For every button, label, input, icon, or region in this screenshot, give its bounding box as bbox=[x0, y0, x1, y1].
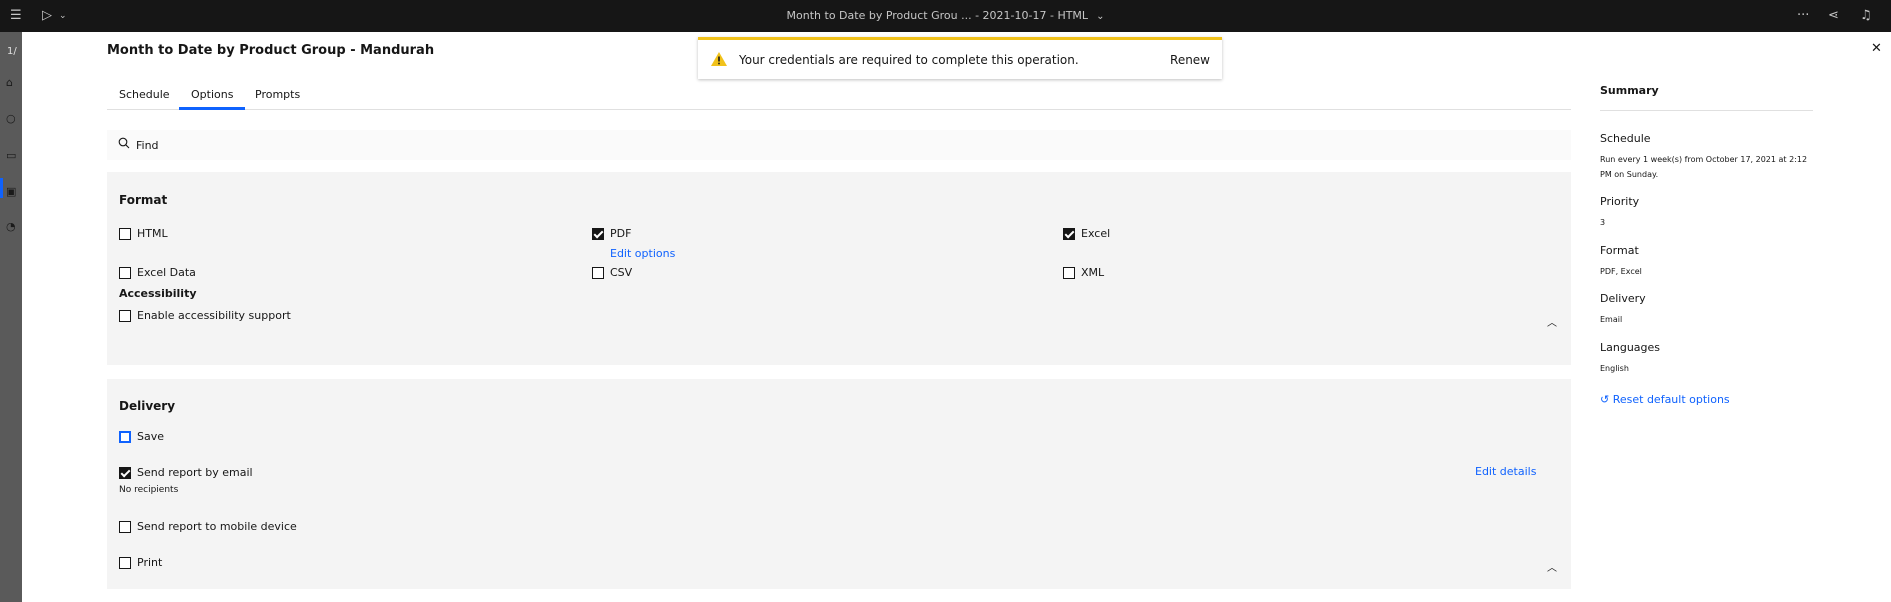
tab-schedule[interactable]: Schedule bbox=[119, 76, 170, 110]
folder-icon[interactable]: ▭ bbox=[6, 149, 16, 162]
tab-prompts[interactable]: Prompts bbox=[255, 76, 300, 110]
save-checkbox[interactable] bbox=[119, 431, 131, 443]
email-label: Send report by email bbox=[137, 466, 253, 479]
selected-indicator bbox=[0, 178, 3, 198]
window-title-text: Month to Date by Product Grou ... - 2021… bbox=[786, 9, 1089, 22]
xml-checkbox[interactable] bbox=[1063, 267, 1075, 279]
close-icon[interactable]: ✕ bbox=[1871, 41, 1882, 56]
home-icon[interactable]: ⌂ bbox=[6, 76, 13, 89]
mobile-label: Send report to mobile device bbox=[137, 520, 297, 533]
csv-label: CSV bbox=[610, 266, 633, 279]
summary-delivery-value: Email bbox=[1600, 315, 1623, 324]
credentials-toast: Your credentials are required to complet… bbox=[698, 37, 1222, 79]
search-input[interactable]: Find bbox=[107, 130, 1571, 160]
format-section: Format HTML PDF Edit options Excel Excel… bbox=[107, 172, 1571, 365]
no-recipients-text: No recipients bbox=[119, 485, 179, 495]
page-indicator: 1/ bbox=[7, 46, 17, 57]
search-placeholder: Find bbox=[136, 139, 159, 152]
chevron-up-icon[interactable]: ︿ bbox=[1547, 559, 1557, 574]
summary-schedule-label: Schedule bbox=[1600, 132, 1651, 145]
format-title: Format bbox=[119, 193, 168, 207]
accessibility-title: Accessibility bbox=[119, 287, 197, 300]
summary-format-label: Format bbox=[1600, 244, 1639, 257]
excel-label: Excel bbox=[1081, 227, 1111, 240]
pdf-checkbox[interactable] bbox=[592, 228, 604, 240]
save-label: Save bbox=[137, 430, 165, 443]
mobile-checkbox[interactable] bbox=[119, 521, 131, 533]
xml-label: XML bbox=[1081, 266, 1105, 279]
summary-priority-label: Priority bbox=[1600, 195, 1640, 208]
excel-checkbox[interactable] bbox=[1063, 228, 1075, 240]
page-title: Month to Date by Product Group - Mandura… bbox=[107, 43, 435, 58]
email-checkbox[interactable] bbox=[119, 467, 131, 479]
top-bar: ☰ ▷ ⌄ Month to Date by Product Grou ... … bbox=[0, 0, 1891, 32]
reset-default-options-button[interactable]: ↺ Reset default options bbox=[1600, 393, 1730, 406]
summary-languages-label: Languages bbox=[1600, 341, 1661, 354]
excel-data-label: Excel Data bbox=[137, 266, 196, 279]
overflow-menu-icon[interactable]: ··· bbox=[1797, 8, 1809, 24]
summary-divider bbox=[1600, 110, 1813, 111]
accessibility-checkbox[interactable] bbox=[119, 310, 131, 322]
chevron-down-icon[interactable]: ⌄ bbox=[1096, 11, 1104, 22]
reset-label: Reset default options bbox=[1612, 393, 1730, 406]
share-icon[interactable]: ⋖ bbox=[1828, 8, 1839, 24]
recent-icon[interactable]: ◔ bbox=[6, 220, 16, 233]
summary-schedule-value: Run every 1 week(s) from October 17, 202… bbox=[1600, 155, 1808, 179]
edit-details-link[interactable]: Edit details bbox=[1475, 465, 1536, 478]
pdf-label: PDF bbox=[610, 227, 632, 240]
html-checkbox[interactable] bbox=[119, 228, 131, 240]
summary-languages-value: English bbox=[1600, 364, 1629, 373]
toast-message: Your credentials are required to complet… bbox=[739, 53, 1079, 67]
summary-format-value: PDF, Excel bbox=[1600, 267, 1642, 276]
print-label: Print bbox=[137, 556, 163, 569]
tab-bar: Schedule Options Prompts bbox=[107, 76, 1571, 110]
csv-checkbox[interactable] bbox=[592, 267, 604, 279]
tab-options[interactable]: Options bbox=[179, 76, 246, 110]
reset-icon: ↺ bbox=[1600, 393, 1610, 406]
accessibility-label: Enable accessibility support bbox=[137, 309, 291, 322]
search-icon[interactable]: ○ bbox=[6, 112, 16, 125]
search-icon bbox=[118, 137, 130, 149]
print-checkbox[interactable] bbox=[119, 557, 131, 569]
team-folder-icon[interactable]: ▣ bbox=[6, 185, 16, 198]
summary-delivery-label: Delivery bbox=[1600, 292, 1646, 305]
excel-data-checkbox[interactable] bbox=[119, 267, 131, 279]
warning-icon bbox=[711, 52, 727, 66]
app-left-rail: 1/ ⌂ ○ ▭ ▣ ◔ bbox=[0, 32, 22, 602]
notification-icon[interactable]: ♫ bbox=[1860, 8, 1872, 24]
window-title[interactable]: Month to Date by Product Grou ... - 2021… bbox=[0, 9, 1891, 22]
renew-button[interactable]: Renew bbox=[1170, 53, 1210, 67]
summary-title: Summary bbox=[1600, 84, 1659, 97]
delivery-title: Delivery bbox=[119, 399, 176, 413]
chevron-up-icon[interactable]: ︿ bbox=[1547, 314, 1557, 329]
summary-priority-value: 3 bbox=[1600, 218, 1606, 227]
html-label: HTML bbox=[137, 227, 168, 240]
delivery-section: Delivery Save Send report by email No re… bbox=[107, 379, 1571, 589]
edit-options-link[interactable]: Edit options bbox=[610, 247, 675, 260]
